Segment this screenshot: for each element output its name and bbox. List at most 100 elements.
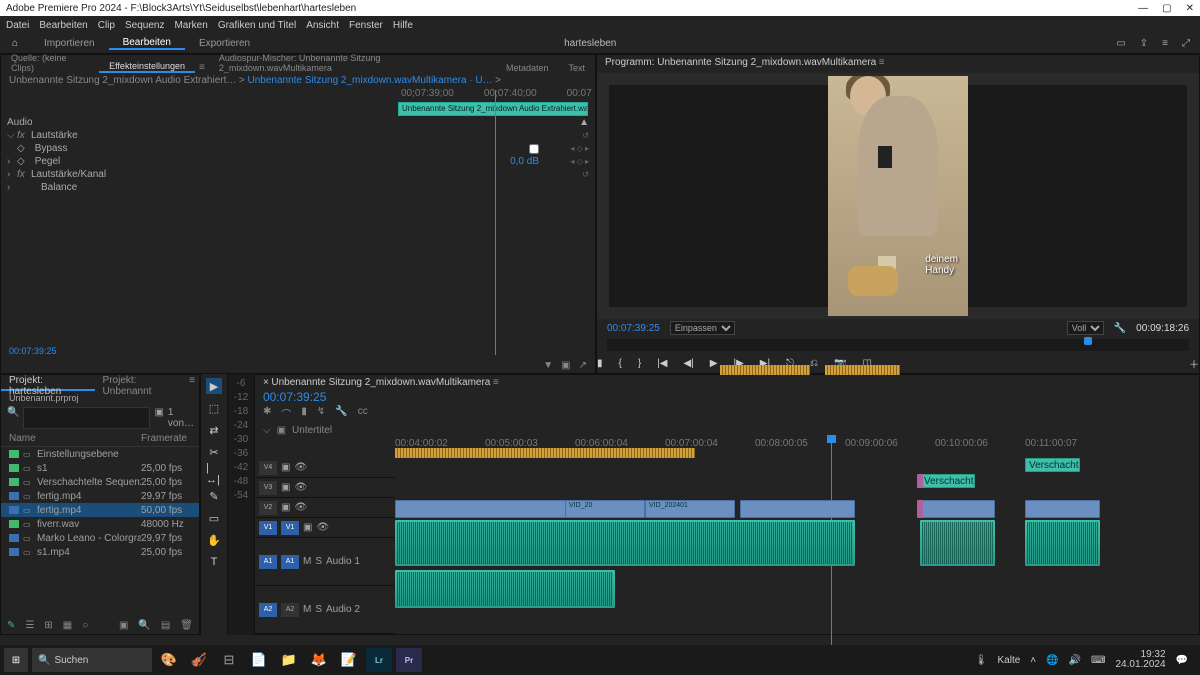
- program-tab[interactable]: Programm: Unbenannte Sitzung 2_mixdown.w…: [605, 57, 876, 68]
- video-clip[interactable]: VID_20: [565, 500, 645, 518]
- video-clip[interactable]: VID_202401: [645, 500, 735, 518]
- lightroom-icon[interactable]: Lr: [366, 648, 392, 672]
- track-a1-target[interactable]: A1: [281, 555, 299, 569]
- ws-export[interactable]: Exportieren: [185, 38, 264, 49]
- track-v1-target[interactable]: V1: [281, 521, 299, 535]
- settings-icon[interactable]: ↯: [317, 406, 325, 421]
- expand-icon[interactable]: ›: [7, 156, 17, 167]
- task-view-icon[interactable]: ⊟: [216, 648, 242, 672]
- mute-icon[interactable]: M: [303, 556, 311, 567]
- effect-balance[interactable]: Balance: [31, 182, 589, 193]
- audio-clip[interactable]: [1025, 520, 1100, 566]
- step-back-icon[interactable]: ◀|: [684, 358, 694, 369]
- tab-effect-controls[interactable]: Effekteinstellungen: [99, 61, 195, 73]
- only-icon[interactable]: ▣: [561, 360, 570, 371]
- eye-icon[interactable]: 👁: [316, 522, 329, 533]
- ripple-edit-tool[interactable]: ⇄: [206, 422, 222, 438]
- toggle-output-icon[interactable]: ▣: [303, 522, 312, 533]
- menu-file[interactable]: Datei: [6, 20, 29, 31]
- tab-source[interactable]: Quelle: (keine Clips): [1, 53, 99, 73]
- nested-clip[interactable]: Verschachtelte Seque: [920, 474, 975, 488]
- add-marker-icon[interactable]: ▮: [597, 358, 603, 369]
- pencil-icon[interactable]: ✎: [7, 620, 15, 631]
- keyframe-icon[interactable]: ◇: [17, 143, 25, 154]
- overview-waveform[interactable]: [720, 365, 810, 375]
- project-search-input[interactable]: [23, 407, 150, 429]
- overview-waveform[interactable]: [395, 448, 695, 458]
- effect-volume[interactable]: Lautstärke: [31, 130, 539, 141]
- menu-view[interactable]: Ansicht: [306, 20, 339, 31]
- clock[interactable]: 19:3224.01.2024: [1115, 650, 1165, 670]
- toggle-output-icon[interactable]: ▣: [281, 462, 290, 473]
- solo-icon[interactable]: S: [315, 604, 322, 615]
- effect-clip-bar[interactable]: Unbenannte Sitzung 2_mixdown Audio Extra…: [398, 102, 588, 116]
- effect-channel-volume[interactable]: Lautstärke/Kanal: [31, 169, 539, 180]
- eye-icon[interactable]: 👁: [294, 482, 307, 493]
- marker-icon[interactable]: ▮: [301, 406, 307, 421]
- menu-help[interactable]: Hilfe: [393, 20, 413, 31]
- folder-icon[interactable]: 📁: [276, 648, 302, 672]
- out-point-icon[interactable]: }: [638, 358, 641, 369]
- fullscreen-icon[interactable]: ⤢: [1182, 38, 1190, 49]
- project-item[interactable]: ▭Verschachtelte Sequenz ,0125,00 fps: [1, 475, 199, 489]
- play-icon[interactable]: ▶: [710, 358, 718, 369]
- new-item-468[interactable]: 🔍: [138, 620, 150, 631]
- notepad-icon[interactable]: 📝: [336, 648, 362, 672]
- weather-icon[interactable]: 🌡: [975, 655, 988, 666]
- list-view-icon[interactable]: ☰: [25, 620, 34, 631]
- menu-window[interactable]: Fenster: [349, 20, 383, 31]
- param-level[interactable]: Pegel: [25, 156, 510, 167]
- audio-clip[interactable]: [395, 520, 855, 566]
- scrubber-marker[interactable]: [1084, 337, 1092, 345]
- col-framerate[interactable]: Framerate: [141, 433, 191, 444]
- effect-playhead[interactable]: [495, 90, 496, 355]
- start-button[interactable]: ⊞: [4, 648, 28, 672]
- panel-menu-icon[interactable]: ≡: [879, 57, 885, 68]
- solo-icon[interactable]: S: [315, 556, 322, 567]
- close-seq-icon[interactable]: ×: [263, 377, 269, 388]
- explorer-icon[interactable]: 📄: [246, 648, 272, 672]
- zoom-slider[interactable]: ○: [82, 620, 88, 631]
- rectangle-tool[interactable]: ▭: [206, 510, 222, 526]
- hand-tool[interactable]: ✋: [206, 532, 222, 548]
- project-item[interactable]: ▭fertig.mp429,97 fps: [1, 489, 199, 503]
- project-tab-2[interactable]: Projekt: Unbenannt: [95, 375, 186, 391]
- audio-clip[interactable]: [395, 570, 615, 608]
- video-clip[interactable]: [740, 500, 855, 518]
- workspace-menu-icon[interactable]: ≡: [1162, 38, 1168, 49]
- add-button-icon[interactable]: ＋: [1189, 356, 1199, 371]
- share-icon[interactable]: ⇪: [1140, 38, 1148, 49]
- target-sequence-link[interactable]: Unbenannte Sitzung 2_mixdown.wavMultikam…: [248, 75, 493, 86]
- audio-clip[interactable]: [920, 520, 995, 566]
- project-item[interactable]: ▭s1.mp425,00 fps: [1, 545, 199, 559]
- new-item-icon[interactable]: ▤: [161, 620, 170, 631]
- loop-icon[interactable]: ▲: [579, 117, 589, 128]
- selection-tool[interactable]: ▶: [206, 378, 222, 394]
- transition-clip[interactable]: [917, 474, 923, 488]
- track-a2-target[interactable]: A2: [281, 603, 299, 617]
- trash-icon[interactable]: 🗑: [180, 620, 193, 631]
- col-name[interactable]: Name: [9, 433, 141, 444]
- language-icon[interactable]: ⌨: [1091, 655, 1105, 666]
- firefox-icon[interactable]: 🦊: [306, 648, 332, 672]
- taskbar-app-1[interactable]: 🎨: [156, 648, 182, 672]
- toggle-output-icon[interactable]: ▣: [281, 482, 290, 493]
- linked-selection-icon[interactable]: ⌒: [281, 406, 291, 421]
- timeline-ruler[interactable]: 00:04:00:0200:05:00:0300:06:00:0400:07:0…: [255, 438, 1199, 448]
- menu-edit[interactable]: Bearbeiten: [39, 20, 87, 31]
- video-clip[interactable]: [1025, 500, 1100, 518]
- expand-icon[interactable]: ›: [7, 182, 17, 193]
- cc-icon[interactable]: cc: [358, 406, 368, 421]
- slip-tool[interactable]: |↔|: [206, 466, 222, 482]
- effect-timecode[interactable]: 00:07:39:25: [1, 344, 595, 358]
- tray-chevron-icon[interactable]: ˄: [1030, 655, 1036, 666]
- program-scrubber[interactable]: [607, 339, 1189, 351]
- home-icon[interactable]: ⌂: [0, 38, 30, 49]
- tab-text[interactable]: Text: [558, 63, 595, 73]
- keyframe-icon[interactable]: ◇: [17, 156, 25, 167]
- param-bypass[interactable]: Bypass: [25, 143, 529, 154]
- menu-markers[interactable]: Marken: [174, 20, 207, 31]
- export-icon[interactable]: ↗: [579, 360, 587, 371]
- wrench-icon[interactable]: 🔧: [1114, 323, 1126, 334]
- track-a1-source[interactable]: A1: [259, 555, 277, 569]
